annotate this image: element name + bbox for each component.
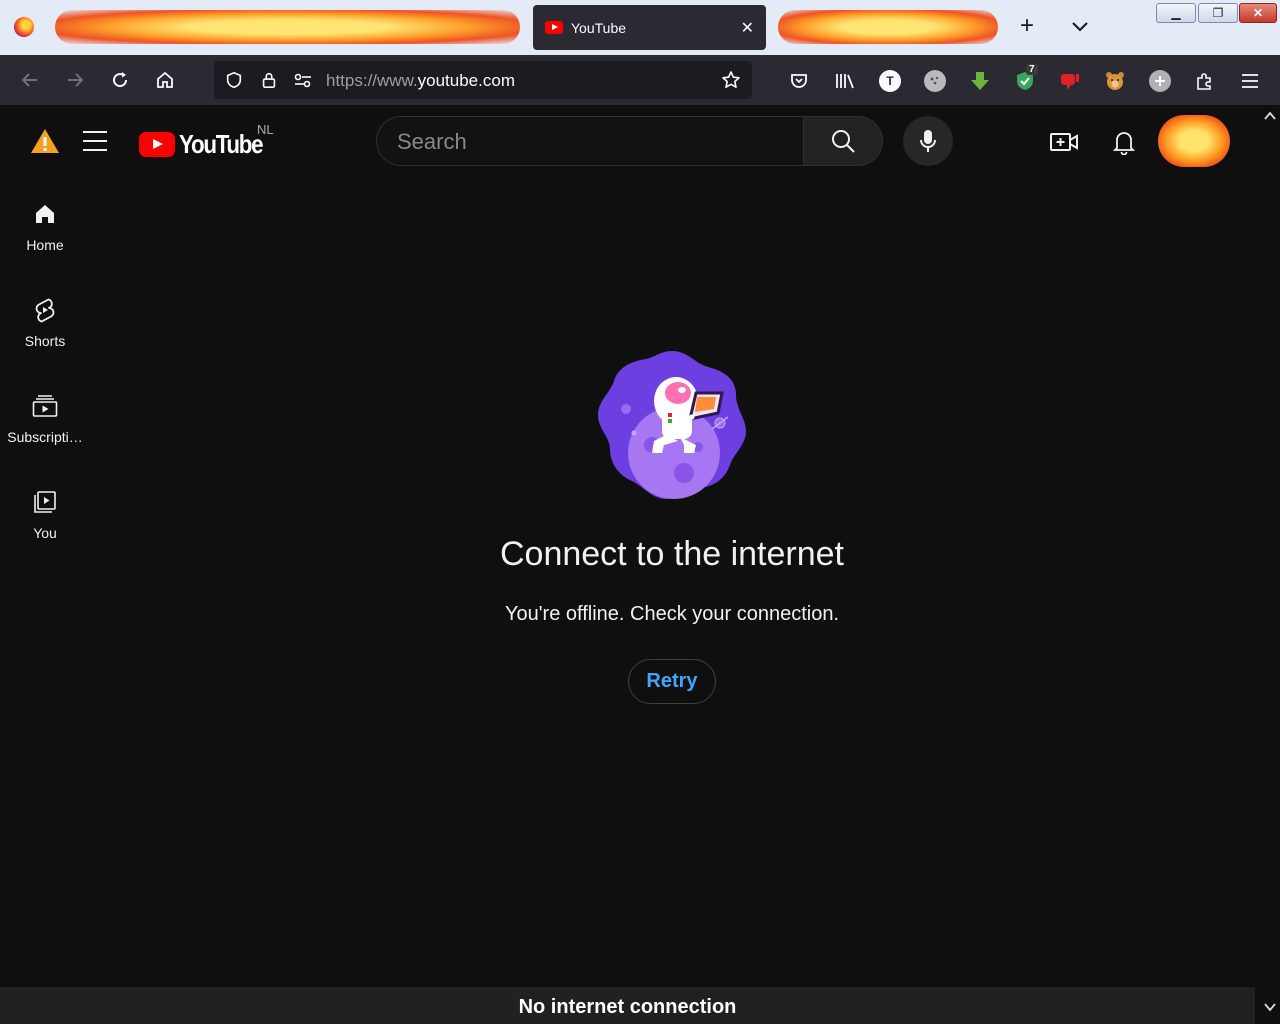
bookmark-star-icon (722, 71, 740, 88)
permissions-icon (294, 73, 311, 88)
forward-icon (68, 73, 84, 87)
extension-bear-button[interactable] (1104, 70, 1126, 92)
app-menu-button[interactable] (1239, 70, 1261, 92)
guide-item-label: Shorts (24, 333, 66, 349)
home-button[interactable] (153, 68, 177, 92)
retry-button[interactable]: Retry (628, 659, 716, 704)
microphone-icon (920, 130, 936, 152)
extensions-puzzle-icon (1197, 73, 1211, 90)
home-icon (32, 201, 58, 227)
browser-tab-redacted[interactable] (55, 10, 520, 44)
browser-tab-youtube[interactable]: YouTube ✕ (533, 5, 766, 50)
account-avatar-redacted[interactable] (1158, 115, 1230, 167)
create-video-icon (1050, 133, 1078, 151)
guide-item-label: Subscripti… (7, 429, 83, 445)
bookmark-button[interactable] (721, 70, 741, 90)
tab-title: YouTube (571, 19, 627, 36)
guide-sidebar: Home Shorts Subscripti… You (0, 177, 90, 987)
permissions-button[interactable] (293, 70, 313, 90)
back-button[interactable] (18, 68, 42, 92)
connection-status-toast: No internet connection (0, 987, 1255, 1024)
guide-item-label: You (33, 525, 57, 541)
guide-item-shorts[interactable]: Shorts (0, 283, 90, 363)
offline-title: Connect to the internet (499, 535, 844, 573)
guide-item-label: Home (26, 237, 64, 253)
site-security-button[interactable] (259, 70, 279, 90)
country-code: NL (257, 122, 274, 137)
firefox-logo-icon[interactable] (14, 17, 34, 37)
url-domain: youtube.com (417, 71, 515, 90)
you-library-icon (32, 489, 58, 515)
extension-shield-button[interactable]: 7 (1014, 64, 1038, 92)
shield-icon (226, 71, 242, 89)
home-icon (157, 71, 173, 88)
search-icon (832, 130, 855, 153)
minimize-window-button[interactable]: ▁ (1156, 3, 1196, 23)
youtube-dislike-icon (1061, 74, 1079, 90)
offline-astronaut-illustration (598, 351, 746, 499)
restore-window-button[interactable]: ❐ (1198, 3, 1238, 23)
search-button[interactable] (803, 116, 883, 166)
extension-dislike-button[interactable] (1059, 70, 1081, 92)
tracking-protection-button[interactable] (224, 70, 244, 90)
extension-download-button[interactable] (969, 70, 991, 92)
extension-plus-button[interactable] (1149, 70, 1171, 92)
extensions-button[interactable] (1194, 70, 1216, 92)
toast-message: No internet connection (518, 996, 737, 1018)
youtube-play-icon (139, 132, 175, 157)
list-all-tabs-chevron-icon[interactable] (1070, 16, 1090, 36)
extension-t-button[interactable]: T (879, 70, 901, 92)
offline-message-panel: Connect to the internet You're offline. … (90, 177, 1260, 987)
voice-search-button[interactable] (903, 116, 953, 166)
guide-item-you[interactable]: You (0, 475, 90, 555)
url-bar[interactable]: https://www.youtube.com (214, 61, 752, 99)
page-scrollbar[interactable] (1260, 105, 1280, 1024)
menu-icon (1242, 74, 1258, 88)
search-box (376, 116, 804, 166)
bear-icon (1106, 72, 1124, 90)
guide-item-home[interactable]: Home (0, 187, 90, 267)
forward-button[interactable] (63, 68, 87, 92)
extension-cookie-button[interactable] (924, 70, 946, 92)
lock-icon (262, 72, 276, 89)
shorts-icon (32, 297, 58, 323)
browser-tab-strip: YouTube ✕ + ▁ ❐ ✕ (0, 0, 1280, 55)
youtube-logo-text: YouTube (179, 129, 264, 159)
url-text[interactable]: https://www.youtube.com (326, 71, 515, 91)
browser-nav-toolbar: https://www.youtube.com T 7 (0, 55, 1280, 105)
library-icon (836, 74, 854, 89)
cookie-icon (930, 76, 939, 85)
tab-close-icon[interactable]: ✕ (741, 18, 754, 38)
pocket-button[interactable] (788, 70, 810, 92)
youtube-favicon-icon (545, 21, 563, 34)
extension-t-letter: T (886, 74, 894, 88)
download-arrow-icon (971, 72, 989, 90)
subscriptions-icon (32, 393, 58, 419)
bell-icon (1112, 132, 1136, 155)
reload-button[interactable] (108, 68, 132, 92)
warning-icon[interactable] (30, 127, 60, 155)
close-window-button[interactable]: ✕ (1239, 3, 1277, 23)
browser-tab-redacted[interactable] (778, 10, 998, 44)
url-prefix: https://www. (326, 71, 418, 90)
library-button[interactable] (834, 70, 856, 92)
back-icon (21, 73, 37, 87)
scroll-up-arrow-icon[interactable] (1264, 111, 1276, 121)
extension-badge-count: 7 (1026, 64, 1038, 75)
guide-item-subscriptions[interactable]: Subscripti… (0, 379, 90, 459)
scroll-down-arrow-icon[interactable] (1264, 1002, 1276, 1012)
guide-menu-button[interactable] (83, 131, 107, 151)
youtube-logo[interactable]: YouTube NL (139, 122, 276, 160)
offline-message: You're offline. Check your connection. (504, 603, 840, 625)
new-tab-button[interactable]: + (1020, 12, 1034, 40)
notifications-button[interactable] (1109, 127, 1139, 157)
search-input[interactable] (397, 129, 777, 155)
plus-circle-icon (1155, 76, 1165, 86)
create-button[interactable] (1049, 127, 1079, 157)
reload-icon (113, 72, 128, 88)
youtube-masthead: YouTube NL (0, 105, 1260, 177)
pocket-icon (791, 74, 807, 88)
